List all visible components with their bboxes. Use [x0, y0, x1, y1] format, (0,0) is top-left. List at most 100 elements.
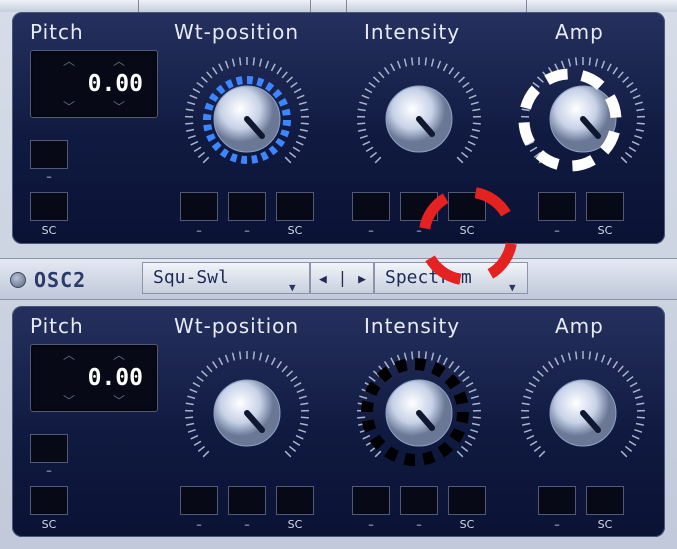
knob-tick: [368, 375, 376, 382]
osc1-amp-mod-slot[interactable]: [538, 192, 576, 221]
knob-tick: [300, 122, 309, 125]
pitch-down-icon[interactable]: ﹀: [63, 101, 75, 113]
knob-tick: [554, 63, 560, 72]
knob-tick: [636, 122, 645, 125]
osc1-wt-position-knob[interactable]: [172, 44, 322, 194]
knob-tick: [560, 60, 566, 69]
knob-tick: [448, 361, 455, 369]
pitch-up-icon[interactable]: ︿: [63, 55, 75, 67]
knob-tick: [523, 101, 532, 106]
osc1-intensity-mod-slot[interactable]: [400, 192, 438, 221]
osc1-pitch-display[interactable]: ︿ ︿ ﹀ ﹀ 0.00: [30, 50, 158, 118]
osc2-power-led[interactable]: [10, 272, 26, 288]
knob-tick: [189, 388, 198, 394]
knob-tick: [523, 395, 532, 400]
osc2-amp-mod-slot[interactable]: [538, 486, 576, 515]
knob-tick: [472, 416, 481, 419]
knob-tick: [470, 395, 479, 400]
prev-icon[interactable]: ◀: [319, 272, 327, 287]
knob-tick: [258, 58, 263, 67]
knob-tick: [364, 382, 373, 388]
osc1-intensity-knob[interactable]: [344, 44, 494, 194]
osc1-amp-knob[interactable]: [508, 44, 658, 194]
osc2-panel: Pitch Wt-position Intensity Amp ︿ ︿ ﹀ ﹀ …: [12, 306, 665, 537]
knob-tick: [364, 88, 373, 94]
pitch-up-icon[interactable]: ︿: [63, 349, 75, 361]
osc1-pitch-sc-slot[interactable]: [30, 192, 68, 221]
osc1-wt-mod-slot[interactable]: [228, 192, 266, 221]
knob-tick: [465, 88, 474, 94]
knob-tick: [192, 382, 201, 388]
osc2-amp-knob[interactable]: [508, 338, 658, 488]
knob-tick: [542, 71, 549, 79]
knob-tick: [190, 140, 199, 146]
osc1-wt-sc-slot[interactable]: [276, 192, 314, 221]
knob-tick: [470, 428, 479, 433]
knob-tick: [600, 354, 606, 363]
knob-tick: [193, 440, 202, 447]
osc1-intensity-mod-slot[interactable]: [352, 192, 390, 221]
osc2-pitch-sc-slot[interactable]: [30, 486, 68, 515]
knob-tick: [470, 134, 479, 139]
knob-tick: [252, 57, 256, 66]
knob-tick: [390, 63, 396, 72]
osc2-wt-position-knob[interactable]: [172, 338, 322, 488]
knob-tick: [567, 58, 572, 67]
osc2-intensity-sc-slot[interactable]: [448, 486, 486, 515]
osc2-wt-mod-tag: –: [244, 518, 250, 531]
osc1-pitch-mod-slot[interactable]: [30, 140, 68, 169]
knob-tick: [231, 58, 236, 67]
knob-tick: [300, 402, 309, 406]
osc1-intensity-sc-slot[interactable]: [448, 192, 486, 221]
osc2-wt-mod-slot[interactable]: [228, 486, 266, 515]
knob-tick: [296, 94, 305, 100]
osc2-intensity-knob[interactable]: [344, 338, 494, 488]
knob-graphic: [521, 57, 645, 164]
knob-tick: [526, 140, 535, 146]
osc2-intensity-mod-slot[interactable]: [400, 486, 438, 515]
pitch-down-icon[interactable]: ﹀: [113, 395, 125, 407]
knob-tick: [357, 402, 366, 406]
pitch-down-icon[interactable]: ﹀: [113, 101, 125, 113]
knob-tick: [471, 422, 480, 426]
knob-tick: [403, 58, 408, 67]
osc2-waveform-select[interactable]: Squ-Swl ▼: [142, 262, 310, 294]
osc1-amp-sc-slot[interactable]: [586, 192, 624, 221]
pitch-down-icon[interactable]: ﹀: [63, 395, 75, 407]
knob-tick: [470, 101, 479, 106]
osc2-intensity-mod-slot[interactable]: [352, 486, 390, 515]
osc1-wt-sc-tag: SC: [287, 224, 303, 237]
pitch-up-icon[interactable]: ︿: [113, 55, 125, 67]
osc2-waveform-value: Squ-Swl: [153, 267, 229, 288]
knob-tick: [410, 351, 414, 360]
knob-tick: [270, 357, 276, 366]
pitch-up-icon[interactable]: ︿: [113, 349, 125, 361]
knob-tick: [471, 128, 480, 132]
knob-tick: [436, 60, 442, 69]
knob-tick: [362, 434, 371, 440]
knob-tick: [626, 81, 634, 88]
osc2-pitch-mod-slot[interactable]: [30, 434, 68, 463]
osc1-panel: Pitch Wt-position Intensity Amp ︿ ︿ ﹀ ﹀ …: [12, 12, 665, 244]
osc2-wt-sc-slot[interactable]: [276, 486, 314, 515]
osc1-wt-mod-slot[interactable]: [180, 192, 218, 221]
knob-tick: [430, 352, 435, 361]
knob-tick: [197, 445, 206, 452]
osc2-pitch-display[interactable]: ︿ ︿ ﹀ ﹀ 0.00: [30, 344, 158, 412]
osc2-amp-sc-slot[interactable]: [586, 486, 624, 515]
top-strip-divider: [526, 0, 527, 12]
osc2-intensity-label: Intensity: [364, 314, 461, 338]
knob-tick: [529, 146, 538, 153]
knob-tick: [547, 361, 554, 369]
knob-tick: [276, 67, 283, 75]
osc2-wt-mod-slot[interactable]: [180, 486, 218, 515]
next-icon[interactable]: ▶: [358, 272, 366, 287]
osc2-mode-select[interactable]: Spectrum ▼: [374, 262, 528, 294]
osc1-pitch-mod-tag: –: [46, 170, 52, 183]
osc1-amp-mod-tag: –: [554, 224, 560, 237]
knob-tick: [612, 361, 619, 369]
knob-tick: [617, 365, 624, 373]
knob-tick: [359, 428, 368, 433]
knob-tick: [458, 370, 466, 377]
knob-tick: [536, 370, 544, 377]
